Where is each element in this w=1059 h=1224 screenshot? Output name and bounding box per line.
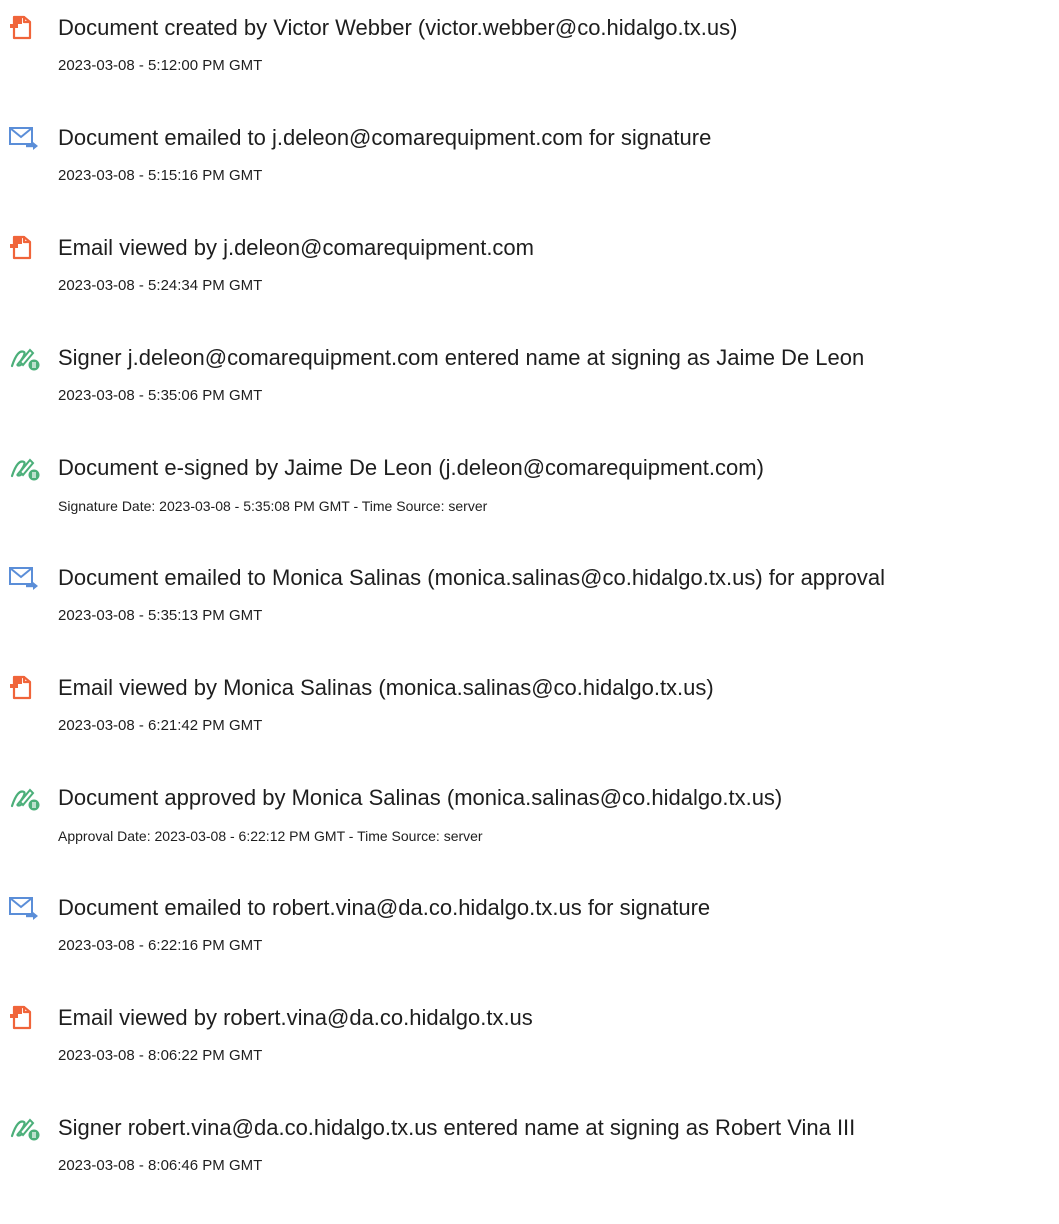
event-title: Email viewed by j.deleon@comarequipment.… [58,235,534,260]
audit-event: Document e-signed by Jaime De Leon (j.de… [8,446,1059,556]
audit-event: Document approved by Monica Salinas (mon… [8,776,1059,886]
document-icon [8,234,42,262]
event-title: Document emailed to robert.vina@da.co.hi… [58,895,711,920]
event-timestamp: 2023-03-08 - 5:12:00 PM GMT [58,57,263,74]
audit-event: Email viewed by Monica Salinas (monica.s… [8,666,1059,776]
event-title: Email viewed by robert.vina@da.co.hidalg… [58,1005,533,1030]
event-title: Signer j.deleon@comarequipment.com enter… [58,345,865,370]
email-sent-icon [8,124,42,152]
audit-event: Document emailed to robert.vina@da.co.hi… [8,886,1059,996]
event-approval-date: Approval Date: 2023-03-08 - 6:22:12 PM G… [58,828,483,844]
document-icon [8,14,42,42]
event-timestamp: 2023-03-08 - 5:35:06 PM GMT [58,387,263,404]
event-timestamp: 2023-03-08 - 5:24:34 PM GMT [58,277,263,294]
audit-event: Signer robert.vina@da.co.hidalgo.tx.us e… [8,1106,1059,1216]
audit-event: Document emailed to Monica Salinas (moni… [8,556,1059,666]
email-sent-icon [8,564,42,592]
event-timestamp: 2023-03-08 - 5:35:13 PM GMT [58,607,263,624]
event-signature-date: Signature Date: 2023-03-08 - 5:35:08 PM … [58,498,488,514]
esign-icon [8,344,42,372]
document-icon [8,674,42,702]
event-title: Document created by Victor Webber (victo… [58,15,738,40]
esign-icon [8,1114,42,1142]
email-sent-icon [8,894,42,922]
event-title: Document emailed to Monica Salinas (moni… [58,565,885,590]
event-title: Email viewed by Monica Salinas (monica.s… [58,675,714,700]
event-timestamp: 2023-03-08 - 6:21:42 PM GMT [58,717,263,734]
audit-event: Email viewed by robert.vina@da.co.hidalg… [8,996,1059,1106]
event-title: Document e-signed by Jaime De Leon (j.de… [58,455,764,480]
event-title: Document emailed to j.deleon@comarequipm… [58,125,712,150]
event-title: Signer robert.vina@da.co.hidalgo.tx.us e… [58,1115,856,1140]
event-timestamp: 2023-03-08 - 8:06:22 PM GMT [58,1047,263,1064]
event-timestamp: 2023-03-08 - 8:06:46 PM GMT [58,1157,263,1174]
audit-event: Signer j.deleon@comarequipment.com enter… [8,336,1059,446]
audit-trail-list: Document created by Victor Webber (victo… [8,6,1059,1216]
event-timestamp: 2023-03-08 - 5:15:16 PM GMT [58,167,263,184]
document-icon [8,1004,42,1032]
audit-event: Document created by Victor Webber (victo… [8,6,1059,116]
event-timestamp: 2023-03-08 - 6:22:16 PM GMT [58,937,263,954]
event-title: Document approved by Monica Salinas (mon… [58,785,783,810]
esign-icon [8,454,42,482]
audit-event: Document emailed to j.deleon@comarequipm… [8,116,1059,226]
audit-event: Email viewed by j.deleon@comarequipment.… [8,226,1059,336]
esign-icon [8,784,42,812]
